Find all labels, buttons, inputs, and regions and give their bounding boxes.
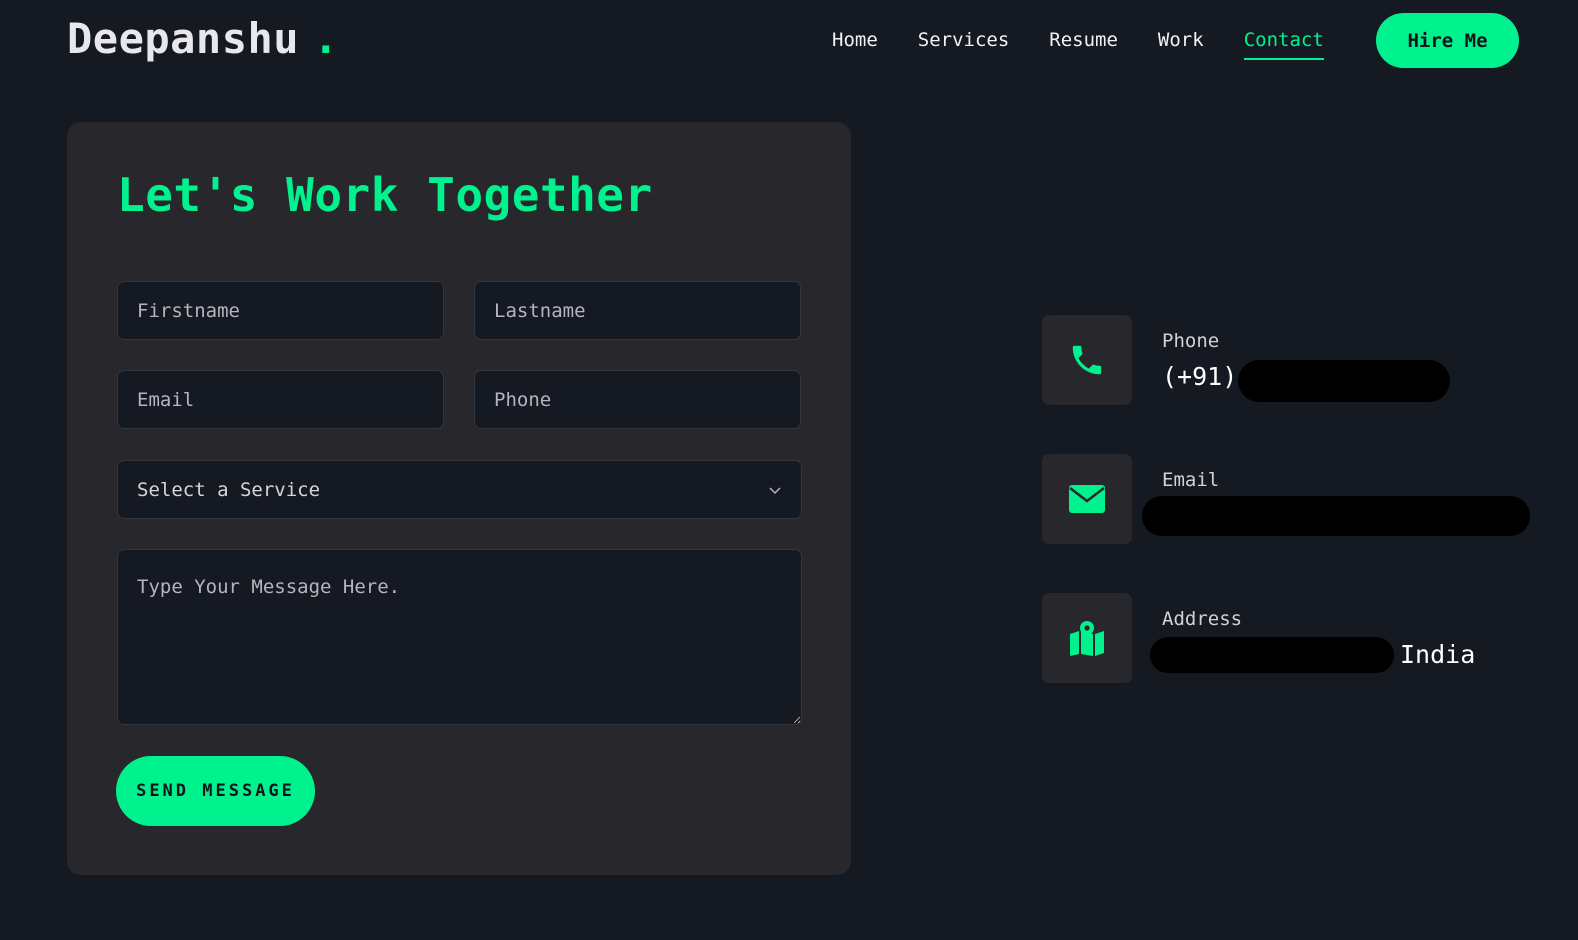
address-icon-box bbox=[1042, 593, 1132, 683]
phone-redaction bbox=[1238, 360, 1450, 402]
email-label: Email bbox=[1162, 469, 1220, 491]
nav-home[interactable]: Home bbox=[832, 26, 878, 60]
address-value: India bbox=[1400, 640, 1476, 669]
email-input[interactable] bbox=[117, 370, 444, 429]
brand-logo[interactable]: Deepanshu. bbox=[67, 14, 339, 63]
contact-address-item: Address India bbox=[1042, 593, 1542, 683]
contact-form-card: Let's Work Together Select a Service SEN… bbox=[67, 122, 851, 875]
nav-work[interactable]: Work bbox=[1158, 26, 1204, 60]
address-redaction bbox=[1150, 637, 1394, 673]
email-icon-box bbox=[1042, 454, 1132, 544]
hire-me-button[interactable]: Hire Me bbox=[1376, 13, 1519, 68]
contact-email-item: Email bbox=[1042, 454, 1542, 544]
service-select-value: Select a Service bbox=[137, 478, 321, 501]
address-label: Address bbox=[1162, 608, 1243, 630]
envelope-icon bbox=[1069, 485, 1105, 513]
phone-icon bbox=[1072, 345, 1102, 375]
form-title: Let's Work Together bbox=[117, 168, 653, 222]
email-redaction bbox=[1142, 496, 1530, 536]
phone-label: Phone bbox=[1162, 330, 1220, 352]
contact-phone-item: Phone (+91) bbox=[1042, 315, 1542, 405]
nav-contact[interactable]: Contact bbox=[1243, 26, 1324, 60]
nav-services[interactable]: Services bbox=[918, 26, 1010, 60]
phone-input[interactable] bbox=[474, 370, 801, 429]
phone-value: (+91) bbox=[1162, 362, 1238, 391]
message-textarea[interactable] bbox=[117, 549, 802, 725]
nav-resume[interactable]: Resume bbox=[1049, 26, 1118, 60]
map-pin-icon bbox=[1070, 621, 1104, 656]
phone-icon-box bbox=[1042, 315, 1132, 405]
service-select[interactable]: Select a Service bbox=[117, 460, 802, 519]
send-message-button[interactable]: SEND MESSAGE bbox=[116, 756, 315, 826]
brand-name: Deepanshu bbox=[67, 14, 300, 63]
brand-dot: . bbox=[313, 14, 339, 63]
site-header: Deepanshu. Home Services Resume Work Con… bbox=[0, 0, 1578, 84]
firstname-input[interactable] bbox=[117, 281, 444, 340]
main-nav: Home Services Resume Work Contact bbox=[832, 26, 1324, 60]
lastname-input[interactable] bbox=[474, 281, 801, 340]
chevron-down-icon bbox=[769, 486, 781, 494]
